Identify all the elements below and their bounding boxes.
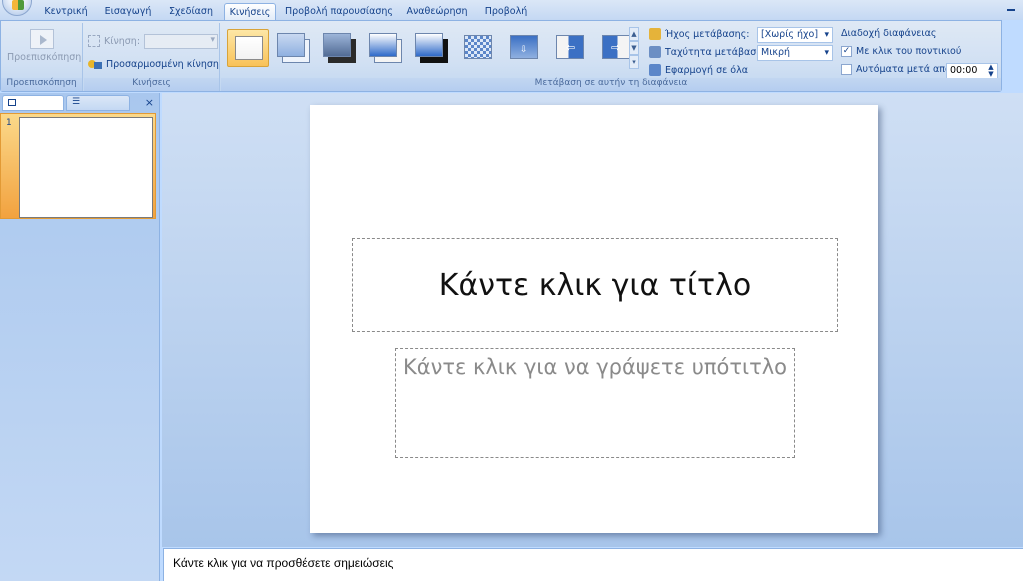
- transition-thumb-fade-smoothly[interactable]: [273, 29, 315, 67]
- transition-thumb-cut[interactable]: [365, 29, 407, 67]
- tab-slide-show[interactable]: Προβολή παρουσίασης: [284, 3, 394, 21]
- slide-canvas: Κάντε κλικ για τίτλο Κάντε κλικ για να γ…: [310, 105, 878, 533]
- preview-icon: [30, 29, 54, 49]
- on-mouse-click-checkbox[interactable]: ✓: [841, 46, 852, 57]
- transition-speed-label: Ταχύτητα μετάβασης:: [665, 46, 772, 58]
- minimize-ribbon-button[interactable]: [1003, 3, 1019, 17]
- auto-advance-checkbox[interactable]: [841, 64, 852, 75]
- group-transition: ⇩ ⇦ ⇨ ▲ ▼ ▾ Ήχος μετάβασης: [Χωρίς ήχο] …: [221, 23, 1001, 91]
- group-animations: Κίνηση: Προσαρμοσμένη κίνηση Κινήσεις: [84, 23, 220, 91]
- slide-thumbnail: [19, 117, 153, 218]
- apply-to-all-label: Εφαρμογή σε όλα: [665, 64, 748, 76]
- tab-review[interactable]: Αναθεώρηση: [402, 3, 472, 21]
- transition-thumb-fade-black[interactable]: [319, 29, 361, 67]
- transition-sound-combo[interactable]: [Χωρίς ήχο]: [757, 27, 833, 43]
- office-logo-icon: [12, 0, 24, 10]
- transition-sound-label: Ήχος μετάβασης:: [665, 28, 750, 40]
- custom-animation-icon: [88, 58, 102, 70]
- outline-tab-icon: ☰: [72, 97, 81, 107]
- office-button[interactable]: [2, 0, 32, 16]
- animate-row: Κίνηση:: [88, 33, 219, 49]
- auto-advance-time-value: 00:00: [950, 65, 978, 76]
- group-label-animations: Κινήσεις: [84, 78, 219, 91]
- slide-editing-area: Κάντε κλικ για τίτλο Κάντε κλικ για να γ…: [162, 93, 1023, 547]
- transition-thumb-dissolve[interactable]: [457, 29, 499, 67]
- speed-icon: [649, 46, 661, 58]
- auto-advance-time-spinner[interactable]: 00:00 ▲ ▼: [946, 63, 998, 79]
- slide-thumbnail-item[interactable]: 1: [0, 113, 156, 219]
- transition-gallery: ⇩ ⇦ ⇨: [225, 27, 630, 71]
- animate-combo: [144, 33, 219, 49]
- transition-thumb-cut-black[interactable]: [411, 29, 453, 67]
- custom-animation-label: Προσαρμοσμένη κίνηση: [106, 58, 219, 70]
- transition-thumb-none[interactable]: [227, 29, 269, 67]
- custom-animation-button[interactable]: Προσαρμοσμένη κίνηση: [88, 56, 219, 72]
- ribbon-tab-strip: Κεντρική Εισαγωγή Σχεδίαση Κινήσεις Προβ…: [0, 0, 1023, 21]
- slides-pane: ☰ × 1: [0, 93, 160, 581]
- tab-insert[interactable]: Εισαγωγή: [100, 3, 156, 21]
- gallery-scroll: ▲ ▼ ▾: [629, 27, 639, 71]
- close-pane-icon[interactable]: ×: [145, 96, 154, 109]
- title-placeholder[interactable]: Κάντε κλικ για τίτλο: [352, 238, 838, 332]
- gallery-more-button[interactable]: ▾: [629, 55, 639, 69]
- auto-advance-label: Αυτόματα μετά από:: [856, 64, 955, 75]
- group-label-transition: Μετάβαση σε αυτήν τη διαφάνεια: [221, 78, 1001, 91]
- notes-placeholder: Κάντε κλικ για να προσθέσετε σημειώσεις: [173, 556, 394, 570]
- apply-to-all-button[interactable]: Εφαρμογή σε όλα: [649, 64, 748, 76]
- sound-icon: [649, 28, 661, 40]
- minimize-icon: [1007, 9, 1015, 11]
- preview-button[interactable]: Προεπισκόπηση: [7, 27, 81, 73]
- transition-thumb-wipe-left[interactable]: ⇦: [549, 29, 591, 67]
- slides-tab-icon: [8, 99, 16, 106]
- transition-speed-combo[interactable]: Μικρή: [757, 45, 833, 61]
- slide-number: 1: [6, 118, 12, 128]
- auto-advance-row[interactable]: Αυτόματα μετά από:: [841, 64, 954, 75]
- transition-speed-row: Ταχύτητα μετάβασης:: [649, 46, 771, 58]
- group-label-preview: Προεπισκόπηση: [1, 78, 82, 91]
- tab-home[interactable]: Κεντρική: [40, 3, 92, 21]
- tab-outline[interactable]: ☰: [66, 95, 130, 111]
- subtitle-placeholder[interactable]: Κάντε κλικ για να γράψετε υπότιτλο: [395, 348, 795, 458]
- tab-design[interactable]: Σχεδίαση: [164, 3, 218, 21]
- spinner-arrows-icon[interactable]: ▲ ▼: [986, 64, 996, 78]
- pane-tabs: ☰ ×: [0, 95, 160, 111]
- ribbon: Προεπισκόπηση Προεπισκόπηση Κίνηση: Προσ…: [0, 20, 1002, 92]
- transition-sound-row: Ήχος μετάβασης:: [649, 28, 749, 40]
- gallery-scroll-down-button[interactable]: ▼: [629, 41, 639, 55]
- on-mouse-click-label: Με κλικ του ποντικιού: [856, 46, 962, 57]
- on-mouse-click-row[interactable]: ✓ Με κλικ του ποντικιού: [841, 46, 961, 57]
- notes-pane[interactable]: Κάντε κλικ για να προσθέσετε σημειώσεις: [163, 548, 1023, 581]
- advance-slide-title: Διαδοχή διαφάνειας: [841, 28, 937, 39]
- gallery-scroll-up-button[interactable]: ▲: [629, 27, 639, 41]
- animate-label: Κίνηση:: [104, 35, 141, 47]
- animate-icon: [88, 35, 100, 47]
- tab-view[interactable]: Προβολή: [480, 3, 532, 21]
- tab-animations[interactable]: Κινήσεις: [224, 3, 276, 21]
- preview-button-label: Προεπισκόπηση: [7, 52, 82, 63]
- group-preview: Προεπισκόπηση Προεπισκόπηση: [1, 23, 83, 91]
- apply-all-icon: [649, 64, 661, 76]
- tab-slides[interactable]: [2, 95, 64, 111]
- transition-thumb-wipe-down[interactable]: ⇩: [503, 29, 545, 67]
